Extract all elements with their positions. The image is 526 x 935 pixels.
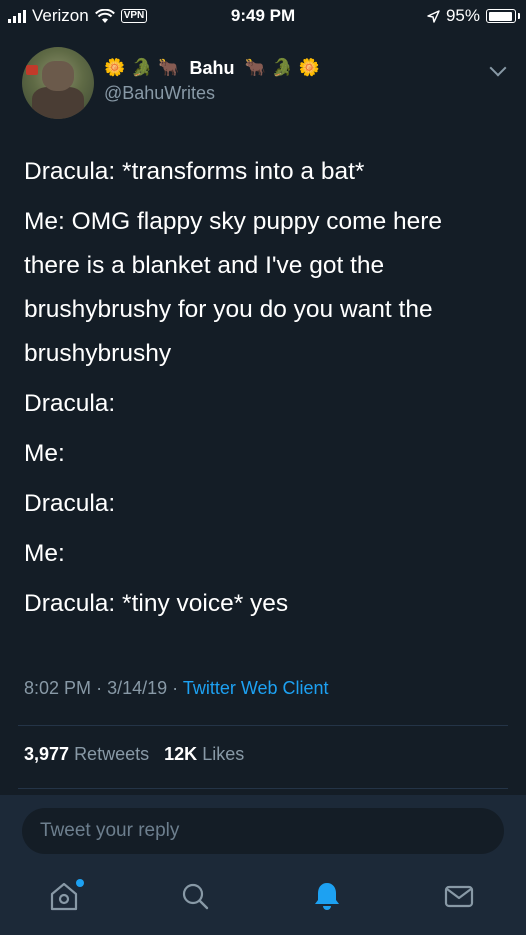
battery-fill xyxy=(488,11,513,21)
tweet-paragraph: Me: OMG flappy sky puppy come here there… xyxy=(24,208,443,367)
tweet-date: 3/14/19 xyxy=(107,678,168,698)
separator: · xyxy=(96,678,103,698)
tweet-time: 8:02 PM xyxy=(24,678,92,698)
tweet-metadata: 8:02 PM · 3/14/19 · Twitter Web Client xyxy=(24,678,329,699)
client-link[interactable]: Twitter Web Client xyxy=(183,678,329,698)
crocodile-emoji: 🐊 xyxy=(131,58,153,77)
separator: · xyxy=(172,678,179,698)
tweet-paragraph: Me: xyxy=(24,440,65,467)
tab-bar xyxy=(0,879,526,919)
battery-percent: 95% xyxy=(445,6,480,25)
display-name-line[interactable]: 🌼 🐊 🐂 Bahu 🐂 🐊 🌼 xyxy=(104,55,320,81)
tweet-paragraph: Dracula: *transforms into a bat* xyxy=(24,158,365,185)
tab-search[interactable] xyxy=(178,879,218,919)
tweet-stats: 3,977 Retweets 12K Likes xyxy=(24,744,244,765)
retweets-stat[interactable]: 3,977 Retweets xyxy=(24,744,154,764)
likes-count: 12K xyxy=(164,744,198,764)
tweet-paragraph: Dracula: xyxy=(24,390,116,417)
search-icon xyxy=(182,883,209,910)
notification-dot xyxy=(76,879,84,887)
tweet-paragraph: Me: xyxy=(24,540,65,567)
user-handle[interactable]: @BahuWrites xyxy=(104,83,320,104)
chevron-down-icon[interactable] xyxy=(489,59,507,77)
tweet-paragraph: Dracula: xyxy=(24,490,116,517)
reply-input[interactable]: Tweet your reply xyxy=(22,808,504,854)
likes-label: Likes xyxy=(202,744,245,764)
author-info: 🌼 🐊 🐂 Bahu 🐂 🐊 🌼 @BahuWrites xyxy=(104,55,320,104)
divider xyxy=(18,725,508,726)
tab-messages[interactable] xyxy=(442,879,482,919)
mail-icon xyxy=(444,885,474,908)
flower-emoji: 🌼 xyxy=(298,58,321,77)
ox-emoji: 🐂 xyxy=(244,58,266,77)
bell-icon xyxy=(315,883,339,910)
bottom-bar: Tweet your reply xyxy=(0,795,526,935)
tweet-paragraph: Dracula: *tiny voice* yes xyxy=(24,590,289,617)
location-arrow-icon xyxy=(427,9,440,23)
retweets-label: Retweets xyxy=(74,744,150,764)
crocodile-emoji: 🐊 xyxy=(271,58,293,77)
display-name: Bahu xyxy=(189,57,235,78)
ox-emoji: 🐂 xyxy=(158,58,180,77)
likes-stat[interactable]: 12K Likes xyxy=(164,744,244,764)
status-right: 95% xyxy=(427,6,520,26)
tab-home[interactable] xyxy=(47,879,87,919)
battery-icon xyxy=(486,9,520,23)
flower-emoji: 🌼 xyxy=(104,58,126,77)
tweet-text: Dracula: *transforms into a bat* Me: OMG… xyxy=(24,150,504,626)
status-bar: Verizon VPN 9:49 PM 95% xyxy=(0,0,526,32)
avatar[interactable] xyxy=(22,47,94,119)
tab-notifications[interactable] xyxy=(310,879,350,919)
retweets-count: 3,977 xyxy=(24,744,70,764)
divider xyxy=(18,788,508,789)
